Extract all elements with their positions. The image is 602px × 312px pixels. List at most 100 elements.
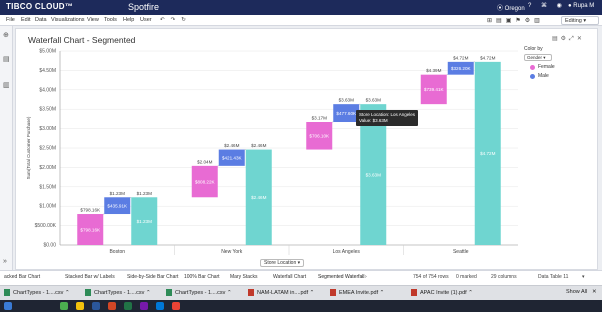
data-icon[interactable]: ▤ (3, 56, 10, 63)
status-table[interactable]: Data Table 11 (538, 274, 568, 280)
legend-item-male[interactable]: Male (530, 73, 555, 79)
legend-male-label: Male (538, 73, 549, 79)
download-item[interactable]: NAM-LATAM in....pdf ⌃ (248, 289, 314, 299)
bar-value-label: $739.41K (424, 87, 445, 92)
top-header: TIBCO CLOUD™ Spotfire ⦿ Oregon ? ⌘ ◉ ● R… (0, 0, 602, 15)
x-axis-selector[interactable]: Store Location ▾ (260, 259, 305, 267)
bar-top-label: $4.39M (426, 68, 441, 73)
csv-file-icon (85, 289, 91, 296)
tab-segmented-waterfall[interactable]: Segmented Waterfall (318, 274, 365, 280)
tab-mary-stacks[interactable]: Mary Stacks (230, 274, 258, 280)
tab-waterfall[interactable]: Waterfall Chart (273, 274, 306, 280)
x-tick-label: Boston (109, 249, 125, 255)
status-marked: 0 marked (456, 274, 477, 280)
pdf-file-icon (248, 289, 254, 296)
menu-data[interactable]: Data (35, 17, 47, 23)
bar-value-label: $4.72M (480, 151, 495, 156)
taskbar-app-icon[interactable] (76, 302, 84, 310)
status-columns: 29 columns (491, 274, 517, 280)
download-item[interactable]: ChartTypes - 1....csv ⌃ (166, 289, 232, 299)
x-axis-selector-label: Store Location (264, 260, 297, 266)
bar-value-label: $1.23M (137, 219, 152, 224)
menu-file[interactable]: File (6, 17, 15, 23)
csv-file-icon (4, 289, 10, 296)
taskbar-app-icon[interactable] (60, 302, 68, 310)
bar-top-label: $3.17M (312, 116, 327, 121)
legend-item-female[interactable]: Female (530, 64, 555, 70)
x-tick-label: Los Angeles (333, 249, 361, 255)
download-item[interactable]: EMEA Invite.pdf ⌃ (330, 289, 384, 299)
bar-value-label: $798.16K (80, 227, 101, 232)
taskbar-app-icon[interactable] (140, 302, 148, 310)
visualization-panel: Waterfall Chart - Segmented ▤⚙⤢✕ $0.00 $5… (15, 28, 598, 270)
download-name: ChartTypes - 1....csv (13, 289, 64, 296)
color-by-label: Color by (524, 46, 543, 52)
taskbar-app-icon[interactable] (108, 302, 116, 310)
menu-tools[interactable]: Tools (104, 17, 117, 23)
legend-female-label: Female (538, 64, 555, 70)
y-tick-label: $4.00M (39, 87, 56, 93)
tab-nav-arrows[interactable]: ‹ › (362, 274, 367, 280)
menu-user[interactable]: User (140, 17, 152, 23)
region-selector[interactable]: ⦿ Oregon (497, 3, 525, 12)
menu-help[interactable]: Help (123, 17, 134, 23)
bar-top-label: $3.63M (339, 98, 354, 103)
tab-side-by-side[interactable]: Side-by-Side Bar Chart (127, 274, 178, 280)
bar-top-label: $3.63M (366, 98, 381, 103)
product-name: Spotfire (128, 2, 160, 12)
taskbar-app-icon[interactable] (124, 302, 132, 310)
analytics-icon[interactable]: ▥ (3, 82, 10, 89)
undo-redo-icons[interactable]: ↶↷↻ (160, 17, 192, 23)
menu-bar: File Edit Data Visualizations View Tools… (0, 15, 602, 26)
y-tick-label: $0.00 (43, 243, 56, 249)
download-item[interactable]: APAC Invite (1).pdf ⌃ (411, 289, 473, 299)
downloads-bar: ChartTypes - 1....csv ⌃ ChartTypes - 1..… (0, 285, 602, 300)
toolbar-icons[interactable]: ⊞▤▣⚑⚙▥ (487, 17, 544, 24)
header-icons[interactable]: ? ⌘ ◉ (528, 2, 566, 9)
download-item[interactable]: ChartTypes - 1....csv ⌃ (85, 289, 151, 299)
pdf-file-icon (411, 289, 417, 296)
menu-visualizations[interactable]: Visualizations (51, 17, 85, 23)
y-axis-title: Sum(Total Customer Purchase) (26, 116, 31, 179)
taskbar-app-icon[interactable] (172, 302, 180, 310)
collapse-icon[interactable]: » (3, 258, 10, 265)
add-icon[interactable]: ⊕ (3, 32, 10, 39)
menu-edit[interactable]: Edit (21, 17, 30, 23)
bar-top-label: $1.23M (137, 191, 152, 196)
tooltip-line-2: Value: $3.63M (359, 118, 388, 123)
windows-start-icon[interactable] (4, 302, 12, 310)
y-tick-label: $1.50M (39, 184, 56, 190)
tab-stacked-bar-labels[interactable]: Stacked Bar w/ Labels (65, 274, 115, 280)
female-swatch-icon (530, 64, 535, 70)
bar-value-label: $2.46M (251, 195, 266, 200)
tab-stacked-bar[interactable]: acked Bar Chart (4, 274, 40, 280)
show-all-button[interactable]: Show All (566, 289, 587, 299)
bar-value-label: $3.63M (366, 172, 381, 177)
bar-top-label: $1.23M (110, 191, 125, 196)
tab-100-bar[interactable]: 100% Bar Chart (184, 274, 220, 280)
menu-view[interactable]: View (87, 17, 99, 23)
status-rows: 754 of 754 rows (413, 274, 449, 280)
taskbar-app-icon[interactable] (156, 302, 164, 310)
os-taskbar (0, 300, 602, 312)
y-tick-label: $500.00K (35, 223, 57, 229)
left-sidebar: ⊕ ▤ ▥ » (0, 26, 13, 270)
waterfall-chart[interactable]: $0.00 $500.00K $1.00M $1.50M $2.00M $2.50M $3.… (16, 29, 599, 271)
y-tick-label: $3.00M (39, 126, 56, 132)
region-label: Oregon (504, 6, 525, 12)
status-menu-icon[interactable]: ▾ (582, 274, 585, 280)
user-menu[interactable]: ● Rupa M (568, 3, 594, 9)
color-by-dropdown[interactable]: Gender ▾ (524, 54, 552, 61)
download-item[interactable]: ChartTypes - 1....csv ⌃ (4, 289, 70, 299)
hover-tooltip: Store Location: Los Angeles Value: $3.63… (356, 110, 419, 126)
csv-file-icon (166, 289, 172, 296)
y-tick-label: $2.00M (39, 165, 56, 171)
bar-value-label: $421.43K (222, 156, 243, 161)
mode-dropdown[interactable]: Editing ▾ (561, 16, 599, 25)
bar-top-label: $2.46M (224, 143, 239, 148)
taskbar-app-icon[interactable] (92, 302, 100, 310)
y-tick-label: $1.00M (39, 204, 56, 210)
close-downloads-icon[interactable]: ✕ (592, 289, 597, 299)
bar-value-label: $477.60K (336, 111, 357, 116)
mode-label: Editing (565, 18, 582, 24)
